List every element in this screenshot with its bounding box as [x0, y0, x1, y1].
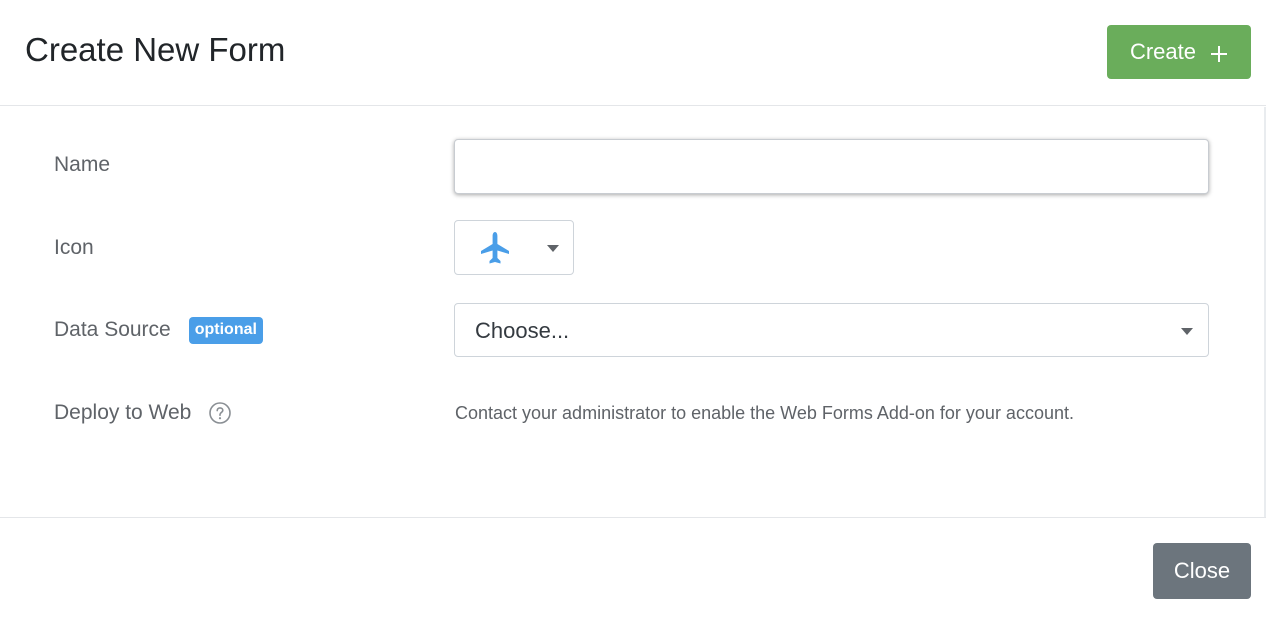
close-button[interactable]: Close [1153, 543, 1251, 599]
create-form-modal: Create New Form Create Name Icon Data So… [0, 0, 1266, 622]
chevron-down-icon [547, 245, 559, 252]
name-input[interactable] [454, 139, 1209, 194]
chevron-down-icon [1181, 328, 1193, 335]
data-source-label: Data Source optional [54, 315, 263, 345]
icon-label: Icon [54, 233, 94, 263]
data-source-selected-value: Choose... [475, 318, 570, 343]
modal-title: Create New Form [25, 31, 286, 68]
name-label: Name [54, 150, 110, 180]
data-source-select[interactable]: Choose... [454, 303, 1209, 357]
deploy-to-web-label: Deploy to Web [54, 398, 232, 428]
name-label-text: Name [54, 153, 111, 176]
deploy-label-text: Deploy to Web [54, 401, 192, 424]
modal-header: Create New Form Create [0, 0, 1266, 106]
optional-badge: optional [188, 316, 263, 344]
data-source-label-text: Data Source [54, 318, 171, 341]
create-button[interactable]: Create [1107, 25, 1251, 79]
icon-picker-dropdown[interactable] [454, 220, 574, 275]
question-circle-icon[interactable] [209, 402, 232, 424]
deploy-info-message: Contact your administrator to enable the… [455, 403, 1074, 423]
airplane-icon [479, 231, 511, 265]
create-button-label: Create [1129, 39, 1197, 64]
icon-label-text: Icon [54, 236, 94, 259]
modal-footer: Close [0, 517, 1266, 622]
plus-icon [1210, 43, 1228, 62]
